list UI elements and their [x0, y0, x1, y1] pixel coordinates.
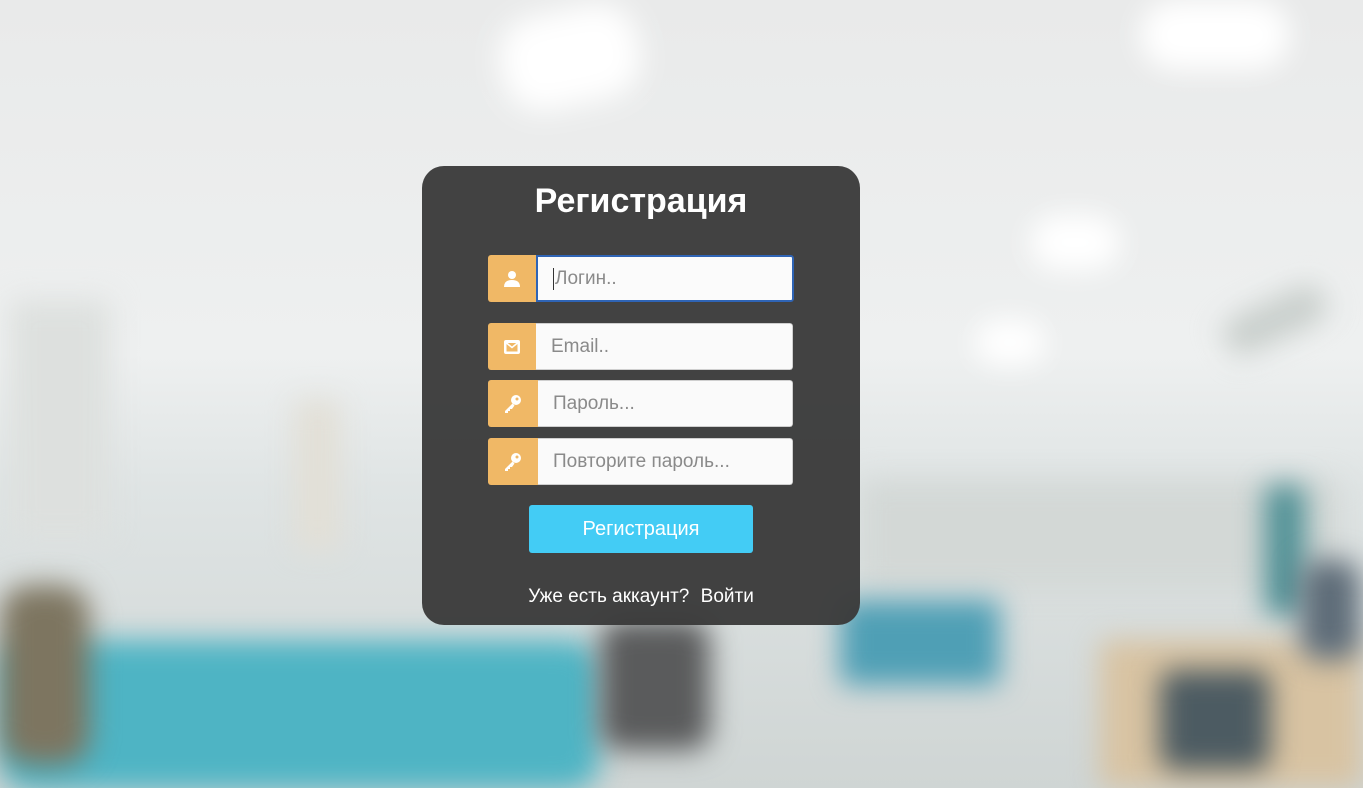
password-repeat-input[interactable]: Повторите пароль... — [538, 438, 793, 485]
password-placeholder: Пароль... — [553, 392, 635, 414]
email-input[interactable]: Email.. — [536, 323, 793, 370]
login-input[interactable]: Логин.. — [536, 255, 794, 302]
envelope-icon — [488, 323, 536, 370]
password-field-group: Пароль... — [488, 380, 793, 427]
register-button[interactable]: Регистрация — [529, 505, 753, 553]
login-placeholder: Логин.. — [555, 267, 617, 289]
email-placeholder: Email.. — [551, 335, 610, 357]
login-link[interactable]: Войти — [701, 586, 754, 607]
key-icon — [488, 438, 538, 485]
login-prompt: Уже есть аккаунт? Войти — [422, 586, 860, 608]
page-title: Регистрация — [534, 182, 748, 220]
password-repeat-placeholder: Повторите пароль... — [553, 450, 730, 472]
password-input[interactable]: Пароль... — [538, 380, 793, 427]
email-field-group: Email.. — [488, 323, 793, 370]
login-field-group: Логин.. — [488, 255, 794, 302]
user-icon — [488, 255, 536, 302]
key-icon — [488, 380, 538, 427]
already-have-account-text: Уже есть аккаунт? — [528, 586, 690, 607]
password-repeat-field-group: Повторите пароль... — [488, 438, 793, 485]
